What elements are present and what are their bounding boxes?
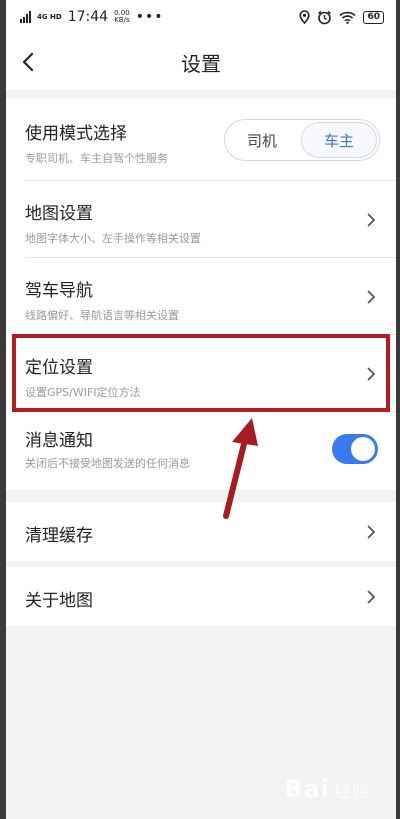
settings-group-misc: 清理缓存 [6,502,396,561]
phone-screen: 4G HD 17:44 0.00 KB/s ••• 60 设置 使用模式选择 专… [6,0,396,819]
mode-select-label: 使用模式选择 [25,124,127,144]
alarm-icon [318,10,332,24]
about-row[interactable]: 关于地图 [6,567,396,626]
toggle-knob [351,437,375,461]
notification-desc: 关闭后不接受地图发送的任何消息 [25,457,190,470]
about-label: 关于地图 [25,591,93,611]
chevron-right-icon [367,212,376,227]
mode-option-driver[interactable]: 司机 [225,120,299,160]
page-title: 设置 [181,51,221,76]
status-bar: 4G HD 17:44 0.00 KB/s ••• 60 [6,0,396,34]
baidu-watermark-logo: Bai 经验 [284,775,370,803]
notification-row: 消息通知 关闭后不接受地图发送的任何消息 [6,412,396,490]
notification-toggle[interactable] [332,434,378,464]
back-arrow-icon[interactable] [18,51,40,73]
settings-group-about: 关于地图 [6,567,396,626]
chevron-right-icon [367,589,376,604]
mode-select-desc: 专职司机、车主自驾个性服务 [25,152,168,165]
mode-segmented-control: 司机 车主 [224,119,380,161]
clear-cache-row[interactable]: 清理缓存 [6,502,396,561]
drive-navigation-desc: 线路偏好、导航语言等相关设置 [25,309,179,322]
map-settings-desc: 地图字体大小、左手操作等相关设置 [25,232,201,245]
battery-icon: 60 [363,10,384,24]
map-settings-row[interactable]: 地图设置 地图字体大小、左手操作等相关设置 [6,181,396,258]
location-icon [299,10,311,24]
chevron-right-icon [367,366,376,381]
map-settings-label: 地图设置 [25,204,93,224]
status-time: 17:44 [67,9,109,25]
chevron-right-icon [367,524,376,539]
settings-group-main: 使用模式选择 专职司机、车主自驾个性服务 司机 车主 地图设置 地图字体大小、左… [6,98,396,490]
chevron-right-icon [367,289,376,304]
page-header: 设置 [6,34,396,90]
drive-navigation-label: 驾车导航 [25,281,93,301]
wifi-icon [339,11,357,24]
mode-select-row: 使用模式选择 专职司机、车主自驾个性服务 司机 车主 [6,98,396,181]
clear-cache-label: 清理缓存 [25,526,93,546]
network-speed: 0.00 KB/s [114,9,130,24]
location-settings-label: 定位设置 [25,358,93,378]
more-notifications-icon: ••• [135,9,164,25]
notification-label: 消息通知 [25,431,93,451]
location-settings-row[interactable]: 定位设置 设置GPS/WIFI定位方法 [6,335,396,412]
location-settings-desc: 设置GPS/WIFI定位方法 [25,386,141,399]
network-type: 4G HD [37,12,62,21]
mode-option-owner[interactable]: 车主 [301,122,377,158]
signal-icon [20,11,31,23]
drive-navigation-row[interactable]: 驾车导航 线路偏好、导航语言等相关设置 [6,258,396,335]
